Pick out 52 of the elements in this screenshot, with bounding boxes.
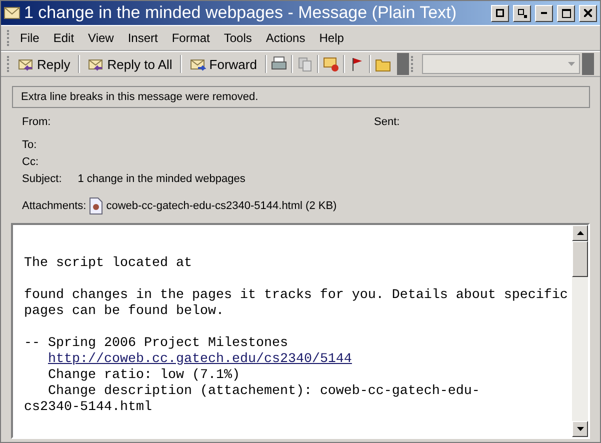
- menu-item[interactable]: File: [14, 29, 46, 47]
- maximize-button[interactable]: [557, 4, 575, 22]
- attachments-label: Attachments:: [22, 200, 86, 212]
- to-label: To:: [22, 139, 38, 151]
- body-text: pages can be found below.: [24, 304, 225, 320]
- maximize-icon: [562, 8, 570, 18]
- menu-item[interactable]: Actions: [260, 29, 312, 47]
- restore-icon: [518, 8, 526, 18]
- envelope-icon[interactable]: [322, 56, 339, 72]
- toolbar-button[interactable]: Forward: [186, 54, 261, 74]
- link[interactable]: http://coweb.cc.gatech.edu/cs2340/5144: [48, 352, 352, 368]
- scroll-up-button[interactable]: [572, 225, 588, 241]
- body-text: found changes in the pages it tracks for you. Details about specific: [24, 288, 569, 304]
- menu-item[interactable]: Tools: [218, 29, 258, 47]
- window-title: 1 change in the minded webpages - Message (Plain Text): [24, 3, 458, 23]
- body-text: The script located at: [24, 256, 193, 272]
- subject-label: Subject:: [22, 173, 62, 185]
- attachment-link[interactable]: coweb-cc-gatech-edu-cs2340-5144.html (2 KB): [106, 200, 337, 212]
- scrollbar[interactable]: [572, 225, 588, 437]
- close-icon: [584, 9, 592, 17]
- body-text: Change ratio: low (7.1%): [47, 368, 241, 384]
- menu-item[interactable]: View: [82, 29, 120, 47]
- info-text: Extra line breaks in this message were removed.: [21, 91, 258, 103]
- dropdown-icon: [568, 62, 575, 66]
- menu-item[interactable]: Edit: [47, 29, 80, 47]
- cc-label: Cc:: [22, 156, 40, 168]
- menu-item[interactable]: Help: [313, 29, 350, 47]
- sent-label: Sent:: [374, 116, 401, 128]
- toolbar-button[interactable]: Reply to All: [84, 54, 176, 74]
- from-label: From:: [22, 116, 52, 128]
- toolbar-grip[interactable]: [7, 30, 12, 46]
- restore-button[interactable]: [491, 4, 509, 22]
- scroll-thumb[interactable]: [572, 241, 588, 277]
- body-text: -- Spring 2006 Project Milestones: [24, 336, 289, 352]
- scroll-down-button[interactable]: [572, 421, 588, 437]
- printer-icon[interactable]: [270, 56, 287, 72]
- toolbar-button[interactable]: Reply: [14, 54, 74, 74]
- minimize-icon: [541, 12, 547, 14]
- toolbar-grip[interactable]: [7, 56, 12, 72]
- close-button[interactable]: [579, 4, 597, 22]
- body-text: Change description (attachement): coweb-cc-gatech-edu-: [47, 384, 481, 400]
- subject-value: 1 change in the minded webpages: [78, 173, 246, 185]
- body-text: cs2340-5144.html: [24, 400, 153, 416]
- down-arrow-icon: [576, 427, 584, 431]
- up-arrow-icon: [576, 231, 584, 235]
- toolbar-grip[interactable]: [411, 56, 416, 72]
- envelope-icon: [4, 6, 20, 20]
- minimize-button[interactable]: [535, 4, 553, 22]
- file-icon: [89, 197, 104, 215]
- restore-button[interactable]: [513, 4, 531, 22]
- menu-item[interactable]: Format: [166, 29, 216, 47]
- menu-item[interactable]: Insert: [122, 29, 164, 47]
